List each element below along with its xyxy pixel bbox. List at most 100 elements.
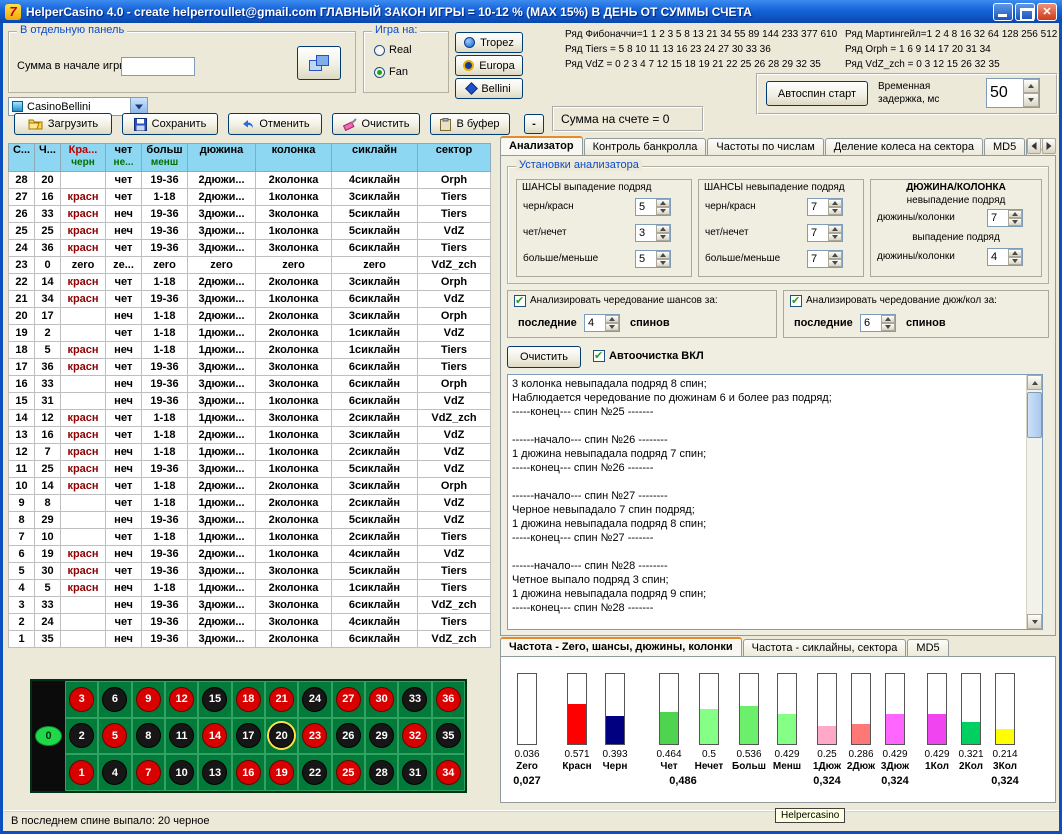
main-tab-3[interactable]: Частоты по числам [707,138,823,156]
appear-evenodd-spinner[interactable]: 3 [635,224,671,242]
board-number-16[interactable]: 16 [236,760,261,785]
tab-scroll-right-button[interactable] [1042,138,1056,154]
undo-button[interactable]: Отменить [228,113,322,135]
frequency-tab-2[interactable]: Частота - сиклайны, сектора [743,639,907,657]
board-zero-cell[interactable]: 0 [32,681,65,791]
board-number-36[interactable]: 36 [436,687,461,712]
board-number-8[interactable]: 8 [136,723,161,748]
dozen-absent-spinner[interactable]: 7 [987,209,1023,227]
absent-highlow-spinner[interactable]: 7 [807,250,843,268]
board-number-13[interactable]: 13 [202,760,227,785]
spin-up-button[interactable] [828,251,842,259]
main-tab-2[interactable]: Контроль банкролла [584,138,707,156]
clear-log-button[interactable]: Очистить [507,346,581,368]
absent-blackred-spinner[interactable]: 7 [807,198,843,216]
appear-highlow-spinner[interactable]: 5 [635,250,671,268]
board-number-10[interactable]: 10 [169,760,194,785]
scroll-down-button[interactable] [1027,614,1042,629]
spin-down-button[interactable] [656,207,670,215]
board-number-6[interactable]: 6 [102,687,127,712]
close-button[interactable] [1037,3,1057,21]
spin-down-button[interactable] [828,207,842,215]
spin-up-button[interactable] [1023,79,1039,93]
spin-down-button[interactable] [1023,93,1039,107]
spin-down-button[interactable] [828,259,842,267]
spin-down-button[interactable] [656,233,670,241]
maximize-button[interactable] [1015,3,1035,21]
radio-real[interactable]: Real [374,44,412,56]
spin-up-button[interactable] [656,199,670,207]
appear-blackred-spinner[interactable]: 5 [635,198,671,216]
start-sum-input[interactable] [121,57,195,76]
board-number-19[interactable]: 19 [269,760,294,785]
autospin-start-button[interactable]: Автоспин старт [766,81,868,106]
scroll-up-button[interactable] [1027,375,1042,390]
spin-down-button[interactable] [1008,218,1022,226]
detach-panel-button[interactable] [297,46,341,80]
tab-scroll-left-button[interactable] [1027,138,1041,154]
spin-down-button[interactable] [1008,257,1022,265]
board-number-26[interactable]: 26 [336,723,361,748]
board-number-21[interactable]: 21 [269,687,294,712]
frequency-tab-3[interactable]: MD5 [907,639,948,657]
radio-fan[interactable]: Fan [374,66,408,78]
main-tab-4[interactable]: Деление колеса на сектора [825,138,983,156]
analyze-chances-checkbox[interactable]: Анализировать чередование шансов за: [514,295,770,307]
board-number-20[interactable]: 20 [269,723,294,748]
board-number-28[interactable]: 28 [369,760,394,785]
board-number-30[interactable]: 30 [369,687,394,712]
load-button[interactable]: Загрузить [14,113,112,135]
minimize-button[interactable] [993,3,1013,21]
log-scrollbar[interactable] [1026,375,1042,629]
spin-up-button[interactable] [881,315,895,323]
dozen-appear-spinner[interactable]: 4 [987,248,1023,266]
spin-down-button[interactable] [828,233,842,241]
board-number-4[interactable]: 4 [102,760,127,785]
board-number-2[interactable]: 2 [69,723,94,748]
board-number-31[interactable]: 31 [402,760,427,785]
analyze-dozens-checkbox[interactable]: Анализировать чередование дюж/кол за: [790,295,1042,307]
board-number-27[interactable]: 27 [336,687,361,712]
europa-button[interactable]: Europa [455,55,523,76]
frequency-tab-1[interactable]: Частота - Zero, шансы, дюжины, колонки [500,637,742,657]
chances-last-spinner[interactable]: 4 [584,314,620,332]
board-number-22[interactable]: 22 [302,760,327,785]
spin-up-button[interactable] [656,251,670,259]
clear-table-button[interactable]: Очистить [332,113,420,135]
board-number-12[interactable]: 12 [169,687,194,712]
bellini-button[interactable]: Bellini [455,78,523,99]
board-number-18[interactable]: 18 [236,687,261,712]
board-number-7[interactable]: 7 [136,760,161,785]
main-tab-1[interactable]: Анализатор [500,136,583,156]
save-button[interactable]: Сохранить [122,113,218,135]
board-number-29[interactable]: 29 [369,723,394,748]
main-tab-5[interactable]: MD5 [984,138,1025,156]
board-zero-chip[interactable]: 0 [35,726,62,746]
board-number-5[interactable]: 5 [102,723,127,748]
analysis-log[interactable]: 3 колонка невыпадала подряд 8 спин; Набл… [508,375,1026,629]
delay-spinner[interactable]: 50 [986,78,1040,108]
board-number-32[interactable]: 32 [402,723,427,748]
collapse-button[interactable]: - [524,114,544,134]
absent-evenodd-spinner[interactable]: 7 [807,224,843,242]
spin-up-button[interactable] [828,199,842,207]
board-number-11[interactable]: 11 [169,723,194,748]
spin-up-button[interactable] [1008,249,1022,257]
spin-down-button[interactable] [605,323,619,331]
board-number-34[interactable]: 34 [436,760,461,785]
tropez-button[interactable]: Tropez [455,32,523,53]
spin-up-button[interactable] [605,315,619,323]
dozens-last-spinner[interactable]: 6 [860,314,896,332]
board-number-24[interactable]: 24 [302,687,327,712]
board-number-1[interactable]: 1 [69,760,94,785]
spin-up-button[interactable] [828,225,842,233]
board-number-9[interactable]: 9 [136,687,161,712]
board-number-3[interactable]: 3 [69,687,94,712]
autoclear-checkbox[interactable]: Автоочистка ВКЛ [593,350,704,362]
spin-up-button[interactable] [656,225,670,233]
board-number-35[interactable]: 35 [436,723,461,748]
scroll-thumb[interactable] [1027,392,1042,438]
board-number-25[interactable]: 25 [336,760,361,785]
spin-down-button[interactable] [881,323,895,331]
board-number-23[interactable]: 23 [302,723,327,748]
